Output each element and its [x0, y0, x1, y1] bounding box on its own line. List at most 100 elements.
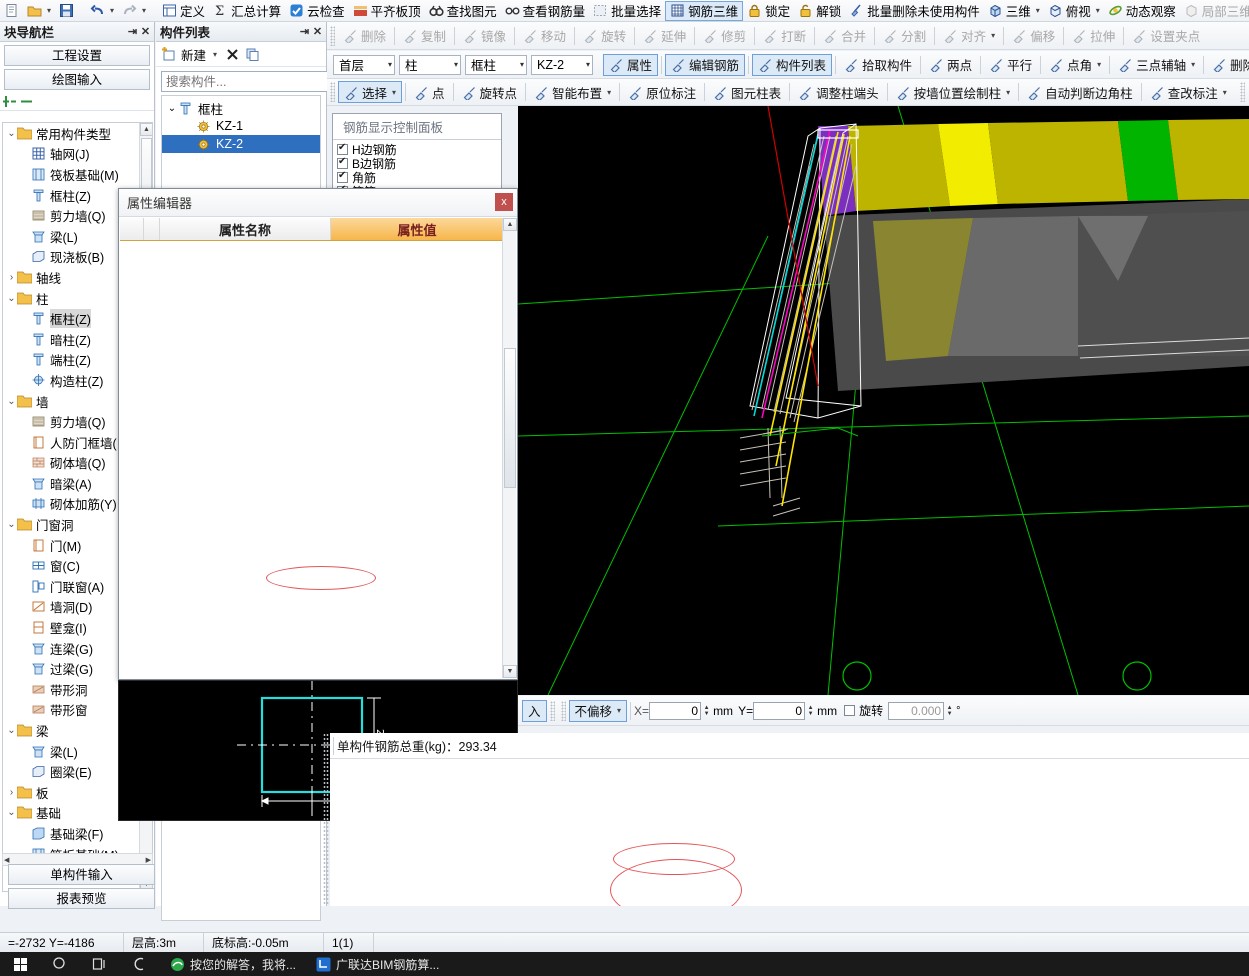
new-component-label[interactable]: 新建	[181, 45, 206, 64]
rotate-checkbox[interactable]	[844, 705, 856, 716]
set-grip-button[interactable]: 设置夹点	[1127, 25, 1205, 47]
property-editor-dialog[interactable]: 属性编辑器 x 属性名称 属性值 ▲ ▼	[118, 188, 518, 680]
three-point-axis-button[interactable]: 三点辅轴 ▾	[1113, 54, 1200, 76]
close-icon[interactable]: ✕	[311, 25, 324, 38]
dynamic-observe-button[interactable]: 动态观察	[1104, 1, 1180, 21]
pin-icon[interactable]: ⇥	[126, 25, 139, 38]
nav-button-project-settings[interactable]: 工程设置	[4, 45, 150, 66]
smart-layout-button[interactable]: 智能布置 ▾	[529, 81, 616, 103]
local-3d-button[interactable]: 局部三维	[1180, 1, 1249, 21]
copy-button[interactable]: 复制	[398, 25, 451, 47]
insert-mode-button[interactable]: 入	[522, 699, 547, 722]
new-component-icon[interactable]	[161, 46, 176, 62]
offset-gripper[interactable]	[560, 700, 566, 721]
subtype-combo[interactable]: 框柱 ▾	[465, 54, 527, 75]
chevron-down-icon[interactable]: ▾	[383, 60, 392, 69]
twisty-icon[interactable]: ⌄	[6, 807, 17, 818]
property-table[interactable]: 属性名称 属性值	[120, 218, 503, 678]
redo-button[interactable]: ▾	[118, 1, 150, 21]
delete-button[interactable]: 删除	[338, 25, 391, 47]
break-button[interactable]: 打断	[758, 25, 811, 47]
nav-tree-item[interactable]: 基础梁(F)	[3, 823, 141, 844]
twisty-icon[interactable]: ⌄	[6, 293, 17, 304]
nav-tree-item[interactable]: ⌄ 常用构件类型	[3, 123, 141, 144]
chevron-down-icon[interactable]: ▾	[142, 6, 146, 15]
chevron-down-icon[interactable]: ▾	[1097, 60, 1101, 69]
chevron-down-icon[interactable]: ▾	[991, 31, 995, 40]
rebar-display-control-panel[interactable]: 钢筋显示控制面板 H边钢筋B边钢筋角筋箍筋	[332, 113, 502, 195]
edit-rebar-button[interactable]: 编辑钢筋	[665, 53, 746, 76]
check-modify-annotation-button[interactable]: 查改标注 ▾	[1145, 81, 1232, 103]
x-spinner[interactable]: ▲ ▼	[702, 705, 711, 717]
close-icon[interactable]: x	[495, 193, 513, 211]
chevron-down-icon[interactable]: ▾	[1006, 88, 1010, 97]
stretch-button[interactable]: 拉伸	[1067, 25, 1120, 47]
top-view-button[interactable]: 俯视 ▾	[1044, 1, 1104, 21]
move-button[interactable]: 移动	[518, 25, 571, 47]
three-d-button[interactable]: 三维 ▾	[984, 1, 1044, 21]
pin-icon[interactable]: ⇥	[298, 25, 311, 38]
twisty-icon[interactable]: ⌄	[6, 725, 17, 736]
twisty-icon[interactable]: ⌄	[6, 128, 17, 139]
auto-judge-corner-column-button[interactable]: 自动判断边角柱	[1022, 81, 1138, 103]
task-view-icon[interactable]	[80, 952, 120, 976]
two-point-button[interactable]: 两点	[924, 54, 977, 76]
undo-button[interactable]: ▾	[86, 1, 118, 21]
nav-button-drawing-input[interactable]: 绘图输入	[4, 69, 150, 90]
cloud-check-button[interactable]: 云检查	[285, 1, 349, 21]
in-place-annotation-button[interactable]: 原位标注	[623, 81, 701, 103]
property-scrollbar[interactable]: ▲ ▼	[502, 218, 517, 678]
rotate-spinner[interactable]: ▲ ▼	[945, 705, 954, 717]
offset-mode-button[interactable]: 不偏移 ▾	[568, 699, 628, 722]
rebar-display-list[interactable]: H边钢筋B边钢筋角筋箍筋	[333, 139, 501, 194]
3d-viewport[interactable]	[518, 106, 1249, 695]
rotate-input[interactable]: 0.000	[888, 701, 945, 720]
component-tree-item-selected[interactable]: KZ-2	[162, 135, 320, 153]
parallel-button[interactable]: 平行	[984, 54, 1037, 76]
checkbox[interactable]	[337, 156, 348, 169]
open-file-button[interactable]: ▾	[23, 1, 55, 21]
mirror-button[interactable]: 镜像	[458, 25, 511, 47]
component-tree-item[interactable]: ⌄ 框柱	[162, 99, 320, 117]
ribbon-gripper[interactable]	[330, 25, 335, 46]
chevron-down-icon[interactable]: ▾	[1191, 60, 1195, 69]
align-button[interactable]: 对齐 ▾	[938, 25, 1000, 47]
close-icon[interactable]: ✕	[139, 25, 152, 38]
properties-button[interactable]: 属性	[603, 53, 659, 76]
view-rebar-qty-button[interactable]: 查看钢筋量	[501, 1, 590, 21]
select-button[interactable]: 选择 ▾	[338, 81, 403, 103]
search-input[interactable]	[161, 71, 332, 92]
chevron-down-icon[interactable]: ▾	[213, 50, 217, 59]
grid-gripper[interactable]	[323, 733, 329, 906]
x-input[interactable]: 0	[649, 701, 702, 720]
delete-component-icon[interactable]	[225, 47, 240, 62]
lock-button[interactable]: 锁定	[743, 1, 794, 21]
copy-component-icon[interactable]	[245, 47, 260, 62]
twisty-icon[interactable]: ⌄	[6, 519, 17, 530]
y-input[interactable]: 0	[753, 701, 806, 720]
define-button[interactable]: 定义	[158, 1, 209, 21]
scroll-up-icon[interactable]: ▲	[503, 218, 517, 231]
unlock-button[interactable]: 解锁	[794, 1, 845, 21]
twisty-icon[interactable]: ›	[6, 787, 17, 798]
chevron-down-icon[interactable]: ▾	[581, 60, 590, 69]
delete-aux-axis-button[interactable]: 删除辅轴	[1207, 54, 1249, 76]
rebar-3d-button[interactable]: 钢筋三维	[665, 0, 744, 21]
batch-select-button[interactable]: 批量选择	[589, 1, 665, 21]
checkbox[interactable]	[337, 170, 348, 183]
twisty-icon[interactable]: ›	[6, 272, 17, 283]
snap-gripper[interactable]	[549, 700, 555, 721]
ribbon-gripper[interactable]	[330, 82, 335, 102]
extend-button[interactable]: 延伸	[638, 25, 691, 47]
rotate-point-button[interactable]: 旋转点	[457, 81, 523, 103]
chevron-down-icon[interactable]: ▾	[1096, 6, 1100, 15]
trim-button[interactable]: 修剪	[698, 25, 751, 47]
batch-delete-unused-button[interactable]: 批量删除未使用构件	[845, 1, 984, 21]
property-dialog-titlebar[interactable]: 属性编辑器	[119, 189, 517, 217]
ribbon-gripper-end[interactable]	[1239, 82, 1245, 102]
adjust-column-end-button[interactable]: 调整柱端头	[793, 81, 884, 103]
merge-button[interactable]: 合并	[818, 25, 871, 47]
nav-tree-item[interactable]: 轴网(J)	[3, 144, 141, 165]
twisty-icon[interactable]: ⌄	[6, 396, 17, 407]
nav-button-report-preview[interactable]: 报表预览	[8, 888, 155, 909]
